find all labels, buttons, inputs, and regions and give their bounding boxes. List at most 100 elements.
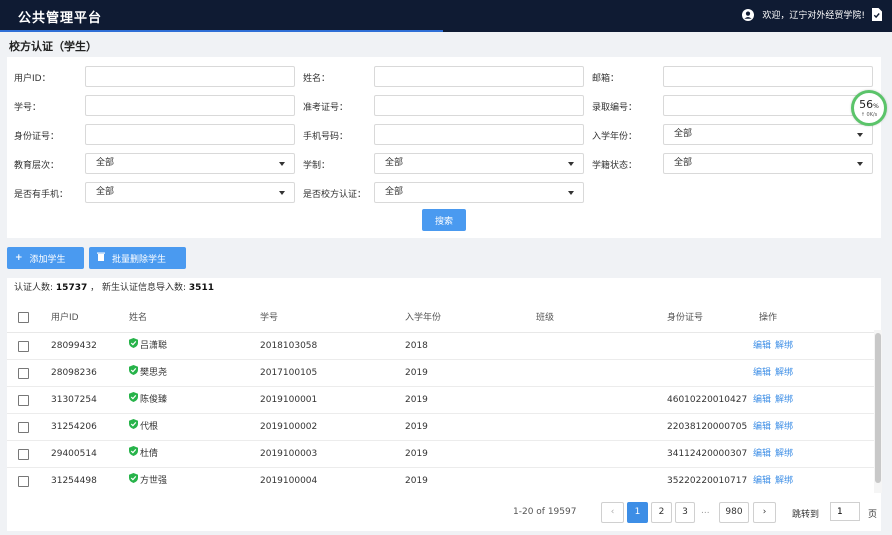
column-header-name: 姓名 [129, 313, 148, 323]
table-row: 31307254 陈俊臻 2019100001 2019 46010220010427 编… [7, 387, 881, 414]
has-phone-select[interactable]: 全部 [85, 182, 295, 203]
select-all-checkbox[interactable] [18, 312, 29, 323]
cell-user-id: 28099432 [51, 341, 97, 351]
student-name: 代根 [140, 422, 159, 432]
edit-link[interactable]: 编辑 [753, 341, 771, 351]
unbind-link[interactable]: 解绑 [775, 476, 793, 486]
network-speed-widget[interactable]: 56% ↑ 0K/s [851, 90, 887, 126]
student-name: 吕潇聪 [140, 341, 168, 351]
add-student-button[interactable]: + 添加学生 [7, 247, 84, 269]
jump-page-input[interactable] [830, 502, 860, 521]
chevron-left-icon[interactable]: ‹ [601, 502, 624, 523]
cell-enroll-year: 2019 [405, 422, 428, 432]
chevron-right-icon[interactable]: › [753, 502, 776, 523]
unbind-link[interactable]: 解绑 [775, 341, 793, 351]
edit-link[interactable]: 编辑 [753, 395, 771, 405]
exam-no-input[interactable] [374, 95, 584, 116]
name-input[interactable] [374, 66, 584, 87]
user-menu[interactable]: 欢迎，辽宁对外经贸学院! [742, 8, 882, 21]
email-input[interactable] [663, 66, 873, 87]
edu-level-select[interactable]: 全部 [85, 153, 295, 174]
schooling-select[interactable]: 全部 [374, 153, 584, 174]
row-checkbox[interactable] [18, 476, 29, 487]
verified-shield-icon [129, 333, 138, 359]
enroll-year-select[interactable]: 全部 [663, 124, 873, 145]
schooling-label: 学制： [303, 161, 331, 171]
cell-student-no: 2017100105 [260, 368, 318, 378]
add-student-label: 添加学生 [29, 254, 66, 265]
unbind-link[interactable]: 解绑 [775, 449, 793, 459]
row-checkbox[interactable] [18, 368, 29, 379]
page-button-2[interactable]: 2 [651, 502, 672, 523]
batch-delete-label: 批量删除学生 [112, 254, 167, 265]
edit-link[interactable]: 编辑 [753, 422, 771, 432]
batch-delete-button[interactable]: 批量删除学生 [89, 247, 186, 269]
edit-link[interactable]: 编辑 [753, 476, 771, 486]
cell-enroll-year: 2018 [405, 341, 428, 351]
verified-count: 15737 [55, 283, 88, 293]
speed-percent-value: 56 [859, 98, 874, 111]
phone-input[interactable] [374, 124, 584, 145]
enroll-year-label: 入学年份： [592, 132, 638, 142]
edit-link[interactable]: 编辑 [753, 449, 771, 459]
user-id-input[interactable] [85, 66, 295, 87]
pagination-ellipsis: ... [701, 506, 710, 516]
has-phone-label: 是否有手机： [14, 190, 69, 200]
cell-actions: 编辑 解绑 [753, 414, 797, 440]
cell-user-id: 29400514 [51, 449, 97, 459]
cell-name: 方世强 [129, 468, 167, 493]
table-scrollbar[interactable] [874, 330, 882, 493]
speed-percent-unit: % [873, 103, 879, 110]
cell-id-card: 34112420000307 [667, 449, 747, 459]
cell-user-id: 31307254 [51, 395, 97, 405]
cell-student-no: 2019100001 [260, 395, 318, 405]
logout-icon[interactable] [871, 8, 882, 21]
import-count-label: 新生认证信息导入数: [102, 283, 187, 293]
status-label: 学籍状态： [592, 161, 638, 171]
page-button-1[interactable]: 1 [627, 502, 648, 523]
column-header-student-no: 学号 [260, 313, 279, 323]
admission-no-input[interactable] [663, 95, 873, 116]
cell-id-card: 35220220010717 [667, 476, 747, 486]
cell-enroll-year: 2019 [405, 368, 428, 378]
jump-label: 跳转到 [792, 510, 820, 520]
unbind-link[interactable]: 解绑 [775, 395, 793, 405]
name-label: 姓名： [303, 74, 331, 84]
cell-user-id: 31254206 [51, 422, 97, 432]
student-name: 方世强 [140, 476, 168, 486]
id-card-label: 身份证号： [14, 132, 60, 142]
page-button-last[interactable]: 980 [719, 502, 749, 523]
welcome-text: 欢迎，辽宁对外经贸学院! [762, 11, 865, 21]
email-label: 邮箱： [592, 74, 620, 84]
cell-student-no: 2019100002 [260, 422, 318, 432]
verified-select[interactable]: 全部 [374, 182, 584, 203]
id-card-input[interactable] [85, 124, 295, 145]
page-unit-label: 页 [868, 510, 878, 520]
unbind-link[interactable]: 解绑 [775, 368, 793, 378]
search-button[interactable]: 搜索 [422, 209, 466, 231]
cell-student-no: 2019100004 [260, 476, 318, 486]
page-button-3[interactable]: 3 [675, 502, 695, 523]
column-header-class: 班级 [536, 313, 555, 323]
plus-icon: + [15, 253, 23, 263]
student-no-input[interactable] [85, 95, 295, 116]
user-icon[interactable] [742, 8, 755, 21]
page-title: 校方认证（学生） [9, 40, 97, 53]
unbind-link[interactable]: 解绑 [775, 422, 793, 432]
cell-id-card: 46010220010427 [667, 395, 747, 405]
status-select[interactable]: 全部 [663, 153, 873, 174]
row-checkbox[interactable] [18, 395, 29, 406]
pagination: 1-20 of 19597 ‹ 1 2 3 ... 980 › 跳转到 页 [7, 493, 881, 531]
scrollbar-thumb[interactable] [875, 333, 881, 483]
student-name: 杜倩 [140, 449, 159, 459]
cell-name: 樊思尧 [129, 360, 167, 386]
cell-enroll-year: 2019 [405, 476, 428, 486]
cell-actions: 编辑 解绑 [753, 468, 797, 493]
trash-icon [97, 252, 105, 264]
cell-enroll-year: 2019 [405, 449, 428, 459]
row-checkbox[interactable] [18, 341, 29, 352]
edit-link[interactable]: 编辑 [753, 368, 771, 378]
row-checkbox[interactable] [18, 449, 29, 460]
cell-student-no: 2018103058 [260, 341, 318, 351]
row-checkbox[interactable] [18, 422, 29, 433]
